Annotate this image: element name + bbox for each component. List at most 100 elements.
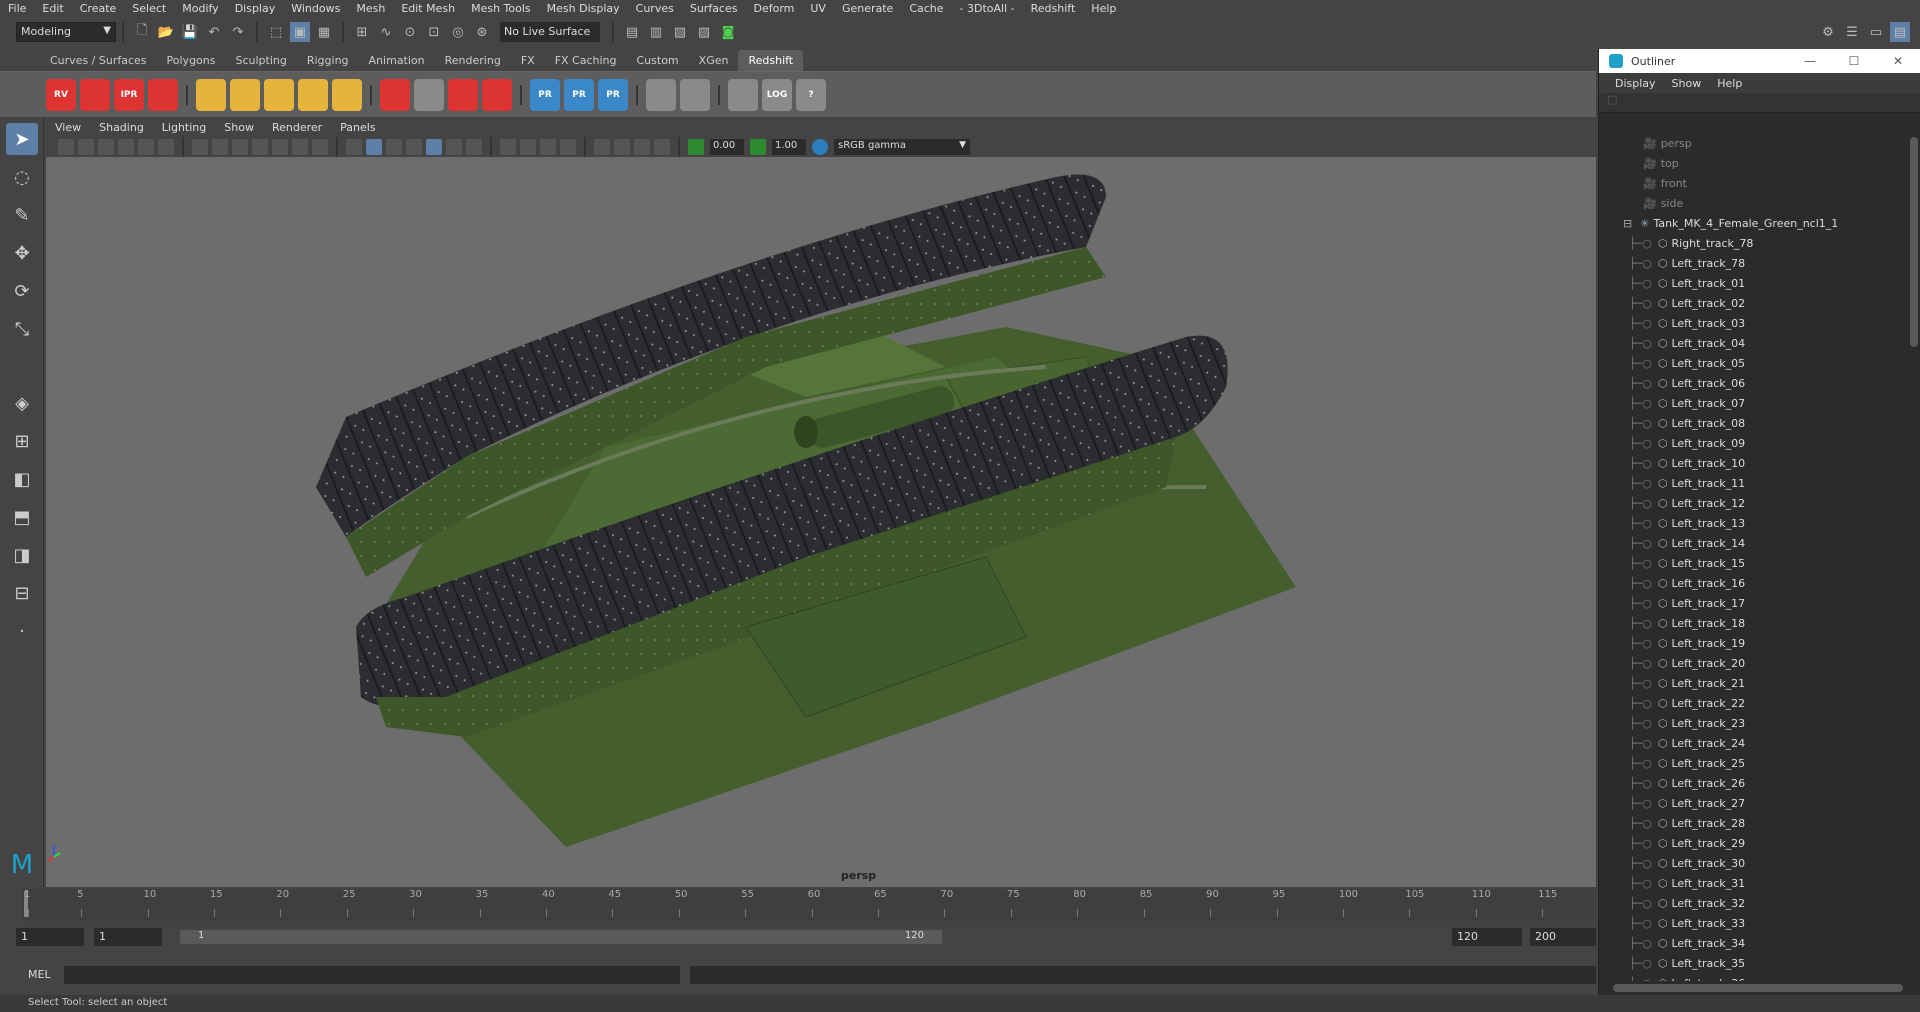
outliner-item-mesh[interactable]: ├─○ ⬡ Left_track_29	[1599, 833, 1907, 853]
minimize-icon[interactable]: —	[1788, 54, 1832, 68]
rotate-tool-icon[interactable]: ⟳	[6, 275, 38, 307]
menu-item[interactable]: Mesh Tools	[463, 2, 539, 15]
shelf-button-icon[interactable]	[298, 78, 328, 111]
gamma-field[interactable]: 1.00	[772, 139, 806, 155]
outliner-item-mesh[interactable]: ├─○ ⬡ Left_track_27	[1599, 793, 1907, 813]
menu-item[interactable]: Windows	[283, 2, 348, 15]
filter-icon[interactable]: ⬚	[1607, 93, 1617, 106]
perspective-viewport[interactable]: persp	[46, 157, 1596, 887]
outliner-item-mesh[interactable]: ├─○ ⬡ Left_track_18	[1599, 613, 1907, 633]
animation-end-field[interactable]: 200	[1530, 928, 1596, 946]
isolate-select-icon[interactable]	[594, 139, 610, 155]
outliner-item-mesh[interactable]: ├─○ ⬡ Left_track_16	[1599, 573, 1907, 593]
menu-item[interactable]: UV	[802, 2, 834, 15]
render-view-icon[interactable]: ▨	[694, 22, 714, 42]
2d-pan-icon[interactable]	[138, 139, 154, 155]
menu-item[interactable]: Generate	[834, 2, 901, 15]
menu-item[interactable]: Help	[1083, 2, 1124, 15]
move-tool-icon[interactable]: ✥	[6, 237, 38, 269]
shelf-button-icon[interactable]: LOG	[762, 78, 792, 111]
snap-point-icon[interactable]: ⊙	[400, 22, 420, 42]
gate-mask-icon[interactable]	[252, 139, 268, 155]
shelf-button-icon[interactable]	[728, 78, 758, 111]
persp-hypershade-layout-icon[interactable]: ◨	[6, 539, 38, 571]
xray-active-icon[interactable]	[634, 139, 650, 155]
outliner-item-mesh[interactable]: ├─○ ⬡ Left_track_03	[1599, 313, 1907, 333]
camera-icon[interactable]	[58, 139, 74, 155]
playback-end-field[interactable]: 120	[1452, 928, 1522, 946]
outliner-item-mesh[interactable]: ├─○ ⬡ Left_track_20	[1599, 653, 1907, 673]
persp-graph-layout-icon[interactable]: ⬒	[6, 501, 38, 533]
menu-item[interactable]: Create	[72, 2, 125, 15]
panel-menu-item[interactable]: Shading	[90, 121, 153, 134]
outliner-item-mesh[interactable]: ├─○ ⬡ Left_track_17	[1599, 593, 1907, 613]
collapse-icon[interactable]: ⊟	[1623, 217, 1632, 230]
menu-item[interactable]: Display	[227, 2, 284, 15]
outliner-item-camera[interactable]: 🎥 top	[1599, 153, 1907, 173]
shelf-button-icon[interactable]	[380, 78, 410, 111]
panel-menu-item[interactable]: Show	[215, 121, 263, 134]
shelf-button-icon[interactable]	[482, 78, 512, 111]
menu-item[interactable]: Deform	[745, 2, 802, 15]
safe-title-icon[interactable]	[312, 139, 328, 155]
shelf-button-icon[interactable]	[230, 78, 260, 111]
outliner-item-camera[interactable]: 🎥 side	[1599, 193, 1907, 213]
snap-live-icon[interactable]: ⊛	[472, 22, 492, 42]
outliner-item-mesh[interactable]: ├─○ ⬡ Left_track_07	[1599, 393, 1907, 413]
shelf-tab[interactable]: XGen	[689, 50, 739, 71]
outliner-item-mesh[interactable]: ├─○ ⬡ Left_track_22	[1599, 693, 1907, 713]
outliner-item-mesh[interactable]: ├─○ ⬡ Left_track_19	[1599, 633, 1907, 653]
smooth-shade-icon[interactable]	[366, 139, 382, 155]
select-tool-icon[interactable]: ➤	[6, 123, 38, 155]
motion-blur-icon[interactable]	[520, 139, 536, 155]
safe-action-icon[interactable]	[292, 139, 308, 155]
ipr-render-icon[interactable]: ▧	[670, 22, 690, 42]
shelf-button-icon[interactable]	[264, 78, 294, 111]
four-view-layout-icon[interactable]: ⊞	[6, 425, 38, 457]
menu-item[interactable]: Redshift	[1023, 2, 1084, 15]
outliner-item-mesh[interactable]: ├─○ ⬡ Left_track_10	[1599, 453, 1907, 473]
more-layouts-icon[interactable]: ·	[6, 615, 38, 647]
film-gate-icon[interactable]	[212, 139, 228, 155]
save-scene-icon[interactable]: 💾	[180, 22, 200, 42]
shelf-button-icon[interactable]: PR	[564, 78, 594, 111]
shelf-button-icon[interactable]	[196, 78, 226, 111]
close-icon[interactable]: ✕	[1876, 54, 1920, 68]
gamma-icon[interactable]	[750, 139, 766, 155]
shelf-button-icon[interactable]	[148, 78, 178, 111]
menu-item[interactable]: Edit Mesh	[393, 2, 463, 15]
resolution-gate-icon[interactable]	[232, 139, 248, 155]
menu-item[interactable]: Mesh Display	[539, 2, 628, 15]
shelf-tab[interactable]: Rigging	[297, 50, 359, 71]
menu-item[interactable]: - 3DtoAll -	[952, 2, 1023, 15]
layout-icon[interactable]: ☰	[1842, 22, 1862, 42]
range-slider[interactable]: 1 120	[180, 930, 942, 944]
exposure-icon[interactable]	[688, 139, 704, 155]
outliner-item-mesh[interactable]: ├─○ ⬡ Left_track_13	[1599, 513, 1907, 533]
maximize-icon[interactable]: ☐	[1832, 54, 1876, 68]
animation-start-field[interactable]: 1	[16, 928, 84, 946]
outliner-item-mesh[interactable]: ├─○ ⬡ Left_track_04	[1599, 333, 1907, 353]
outliner-item-mesh[interactable]: ├─○ ⬡ Right_track_78	[1599, 233, 1907, 253]
outliner-item-mesh[interactable]: ├─○ ⬡ Left_track_26	[1599, 773, 1907, 793]
outliner-item-mesh[interactable]: ├─○ ⬡ Left_track_78	[1599, 253, 1907, 273]
playback-start-field[interactable]: 1	[94, 928, 162, 946]
menu-item[interactable]: Surfaces	[682, 2, 746, 15]
panel-menu-item[interactable]: Panels	[331, 121, 384, 134]
shelf-button-icon[interactable]	[332, 78, 362, 111]
shelf-tab[interactable]: Rendering	[435, 50, 511, 71]
outliner-item-mesh[interactable]: ├─○ ⬡ Left_track_11	[1599, 473, 1907, 493]
wireframe-on-shaded-icon[interactable]	[406, 139, 422, 155]
shelf-button-icon[interactable]	[680, 78, 710, 111]
shelf-button-icon[interactable]: PR	[530, 78, 560, 111]
outliner-item-mesh[interactable]: ├─○ ⬡ Left_track_02	[1599, 293, 1907, 313]
outliner-item-mesh[interactable]: ├─○ ⬡ Left_track_21	[1599, 673, 1907, 693]
outliner-item-mesh[interactable]: ├─○ ⬡ Left_track_05	[1599, 353, 1907, 373]
shelf-button-icon[interactable]	[646, 78, 676, 111]
menu-set-selector[interactable]: Modeling ▼	[16, 22, 116, 42]
workspace-icon[interactable]: ⚙	[1818, 22, 1838, 42]
snap-view-icon[interactable]: ⊡	[424, 22, 444, 42]
image-plane-icon[interactable]	[118, 139, 134, 155]
outliner-item-mesh[interactable]: ├─○ ⬡ Left_track_33	[1599, 913, 1907, 933]
wireframe-icon[interactable]	[346, 139, 362, 155]
